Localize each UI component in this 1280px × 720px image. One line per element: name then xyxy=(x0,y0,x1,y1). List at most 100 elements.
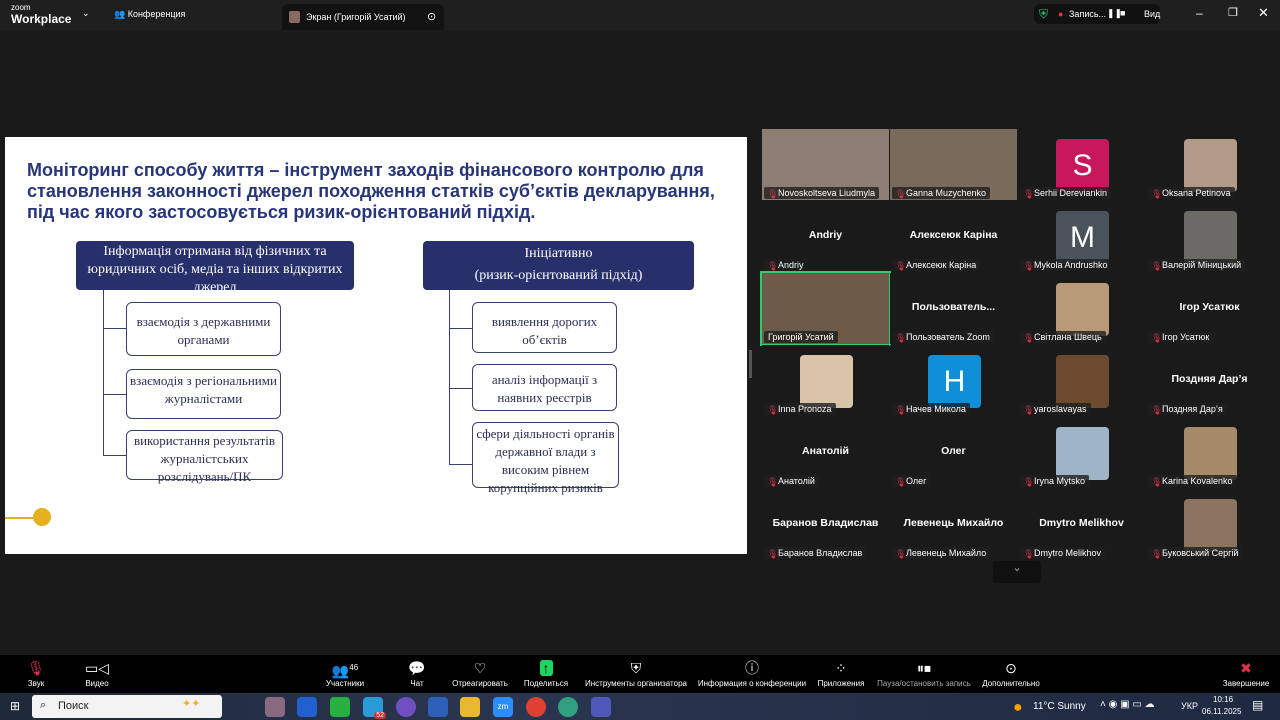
participant-photo xyxy=(1184,211,1237,264)
viber-icon[interactable] xyxy=(396,697,416,717)
participant-name-label: 🎙 yaroslavayas xyxy=(1020,403,1091,415)
participant-tile[interactable]: 🎙 Світлана Швець xyxy=(1018,273,1145,344)
telegram-icon[interactable]: 52 xyxy=(363,697,386,719)
participant-tile[interactable]: 🎙 Inna Pronoza xyxy=(762,345,889,416)
participant-name: Анатолій xyxy=(778,476,815,486)
pause-stop-icon: ⏸⏹ xyxy=(917,660,931,676)
participant-tile[interactable]: 🎙 Oksana Petinova xyxy=(1146,129,1273,200)
app-icon[interactable] xyxy=(297,697,317,717)
apps-button[interactable]: ⁘ Приложения xyxy=(815,657,867,688)
participant-name: Iryna Mytsko xyxy=(1034,476,1086,486)
word-icon[interactable] xyxy=(428,697,448,717)
participant-name: Ігор Усатюк xyxy=(1162,332,1210,342)
participant-name: Mykola Andrushko xyxy=(1034,260,1108,270)
participant-name-label: 🎙 Serhii Dereviankin xyxy=(1020,187,1112,199)
video-button[interactable]: ▭◁ Видео xyxy=(82,657,112,688)
participant-tile[interactable]: 🎙 Валерій Міницький xyxy=(1146,201,1273,272)
end-button[interactable]: ✖ Завершение xyxy=(1220,657,1272,688)
participant-tile[interactable]: 🎙 Ganna Muzychenko xyxy=(890,129,1017,200)
participant-tile[interactable]: M 🎙 Mykola Andrushko xyxy=(1018,201,1145,272)
taskbar-search[interactable]: ⌕ Поиск ✦✦ xyxy=(32,695,222,718)
mic-muted-icon: 🎙 xyxy=(1151,549,1163,559)
tray-icons[interactable]: ˄ ◉ ▣ ▭ ☁ xyxy=(1100,699,1155,710)
chevron-down-icon[interactable]: ⌄ xyxy=(82,8,90,19)
mic-muted-icon: 🎙 xyxy=(895,261,907,271)
participant-name: Григорій Усатий xyxy=(768,332,834,342)
language-indicator[interactable]: УКР xyxy=(1181,701,1198,711)
task-view-icon[interactable] xyxy=(231,697,251,717)
participant-tile[interactable]: S 🎙 Serhii Dereviankin xyxy=(1018,129,1145,200)
participant-tile[interactable]: Левенець Михайло 🎙 Левенець Михайло xyxy=(890,489,1017,560)
participant-tile[interactable]: Andriy 🎙 Andriy xyxy=(762,201,889,272)
share-tab-label: Экран (Григорій Усатий) xyxy=(306,12,406,22)
notifications-icon[interactable]: ▤ xyxy=(1252,698,1263,712)
view-button[interactable]: Вид xyxy=(1144,9,1160,19)
connector-line xyxy=(449,388,472,389)
restore-icon[interactable]: ❐ xyxy=(1228,6,1238,19)
audio-button[interactable]: 🎙 Звук xyxy=(22,657,50,688)
search-icon: ⌕ xyxy=(40,699,47,711)
edge-icon[interactable] xyxy=(558,697,578,717)
participant-name-label: 🎙 Олег xyxy=(892,475,931,487)
weather-text[interactable]: 11°C Sunny xyxy=(1033,701,1086,712)
resize-handle[interactable] xyxy=(749,350,752,378)
meeting-tab[interactable]: 👥 Конференция xyxy=(114,9,185,20)
participant-tile[interactable]: Олег 🎙 Олег xyxy=(890,417,1017,488)
screen-share-tab[interactable]: Экран (Григорій Усатий) ⊙ xyxy=(282,4,444,30)
participant-tile[interactable]: 🎙 Novoskoltseva Liudmyla xyxy=(762,129,889,200)
chrome-icon[interactable] xyxy=(526,697,546,717)
wechat-icon[interactable] xyxy=(330,697,350,717)
minimize-icon[interactable]: – xyxy=(1196,6,1203,20)
participants-button[interactable]: 👥46 Участники xyxy=(320,657,370,688)
participant-tile[interactable]: Григорій Усатий xyxy=(760,271,891,346)
more-icon[interactable]: ⊙ xyxy=(427,10,436,23)
participant-name-label: 🎙 Iryna Mytsko xyxy=(1020,475,1090,487)
participant-name: Валерій Міницький xyxy=(1162,260,1242,270)
participant-name: Inna Pronoza xyxy=(778,404,832,414)
participant-tile[interactable]: Dmytro Melikhov 🎙 Dmytro Melikhov xyxy=(1018,489,1145,560)
app-icon[interactable] xyxy=(265,697,285,717)
participant-tile[interactable]: Ігор Усатюк 🎙 Ігор Усатюк xyxy=(1146,273,1273,344)
participant-tile[interactable]: 🎙 yaroslavayas xyxy=(1018,345,1145,416)
host-tools-button[interactable]: ⛨ Инструменты организатора xyxy=(582,657,690,688)
clock-date[interactable]: 06.11.2025 xyxy=(1202,707,1241,716)
file-explorer-icon[interactable] xyxy=(460,697,480,717)
participant-display-name: Баранов Владислав xyxy=(772,517,879,529)
stop-icon[interactable]: ■ xyxy=(1120,8,1125,18)
windows-taskbar: ⊞ ⌕ Поиск ✦✦ 52 zm ● 11°C Sunny ˄ ◉ ▣ ▭ ☁ … xyxy=(0,693,1280,720)
participant-tile[interactable]: Алексеюк Каріна 🎙 Алексеюк Каріна xyxy=(890,201,1017,272)
zoom-app-icon[interactable]: zm xyxy=(493,697,513,717)
participant-tile[interactable]: Поздняя Дар’я 🎙 Поздняя Дар’я xyxy=(1146,345,1273,416)
participant-tile[interactable]: Баранов Владислав 🎙 Баранов Владислав xyxy=(762,489,889,560)
share-button[interactable]: ↑ Поделиться xyxy=(522,657,570,688)
participant-name-label: 🎙 Novoskoltseva Liudmyla xyxy=(764,187,880,199)
react-button[interactable]: ♡ Отреагировать xyxy=(450,657,510,688)
participant-tile[interactable]: 🎙 Karina Kovalenko xyxy=(1146,417,1273,488)
participant-photo xyxy=(800,355,853,408)
participant-name: Oksana Petinova xyxy=(1162,188,1231,198)
meeting-info-button[interactable]: ⓘ Информация о конференции xyxy=(696,657,808,688)
participant-tile[interactable]: 🎙 Буковський Сергій xyxy=(1146,489,1273,560)
apps-label: Приложения xyxy=(817,679,865,688)
participant-tile[interactable]: 🎙 Iryna Mytsko xyxy=(1018,417,1145,488)
more-button[interactable]: ⊙ Дополнительно xyxy=(980,657,1042,688)
participant-tile[interactable]: Пользователь... 🎙 Пользователь Zoom xyxy=(890,273,1017,344)
mic-muted-icon: 🎙 xyxy=(1151,189,1163,199)
teams-icon[interactable] xyxy=(591,697,611,717)
zoom-workplace-logo: Workplace xyxy=(11,12,72,26)
close-icon[interactable]: ✕ xyxy=(1258,5,1269,21)
avatar xyxy=(289,11,300,23)
scroll-down-button[interactable]: ⌄ xyxy=(993,561,1041,583)
participant-tile[interactable]: Анатолій 🎙 Анатолій xyxy=(762,417,889,488)
windows-start-icon[interactable]: ⊞ xyxy=(10,699,20,713)
more-icon: ⊙ xyxy=(1005,660,1017,676)
participants-count: 46 xyxy=(349,663,359,672)
participant-tile[interactable]: H 🎙 Начев Микола xyxy=(890,345,1017,416)
participant-name: Левенець Михайло xyxy=(906,548,987,558)
mic-muted-icon: 🎙 xyxy=(1023,405,1035,415)
clock-time[interactable]: 10:16 xyxy=(1213,695,1233,704)
chat-button[interactable]: 💬 Чат xyxy=(403,657,431,688)
recording-pill: ⛨ ● Запись... ❚❚ ■ Вид xyxy=(1034,4,1160,24)
react-label: Отреагировать xyxy=(452,679,508,688)
pause-record-button[interactable]: ⏸⏹ Пауза/остановить запись xyxy=(874,657,974,688)
